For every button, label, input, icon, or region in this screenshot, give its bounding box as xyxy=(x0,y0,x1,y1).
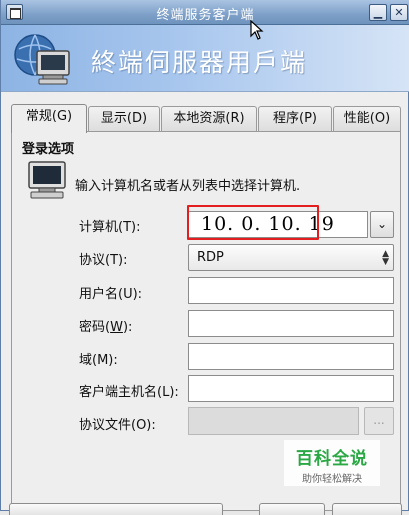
computer-dropdown-button[interactable]: ⌄ xyxy=(370,211,394,238)
tab-general[interactable]: 常规(G) xyxy=(11,104,87,133)
minimize-button[interactable]: ▁ xyxy=(369,4,387,21)
username-label: 用户名(U): xyxy=(79,287,143,302)
computer-icon xyxy=(28,161,66,199)
window-title: 终端服务客户端 xyxy=(156,8,255,23)
watermark-sub: 助你轻松解决 xyxy=(302,474,362,485)
watermark-main: 百科全说 xyxy=(296,449,368,469)
header-banner: 終端伺服器用戶端 xyxy=(1,25,409,92)
login-options-heading: 登录选项 xyxy=(22,142,75,157)
password-label-suffix: ): xyxy=(122,320,133,335)
password-input[interactable] xyxy=(188,310,394,337)
username-input[interactable] xyxy=(188,277,394,304)
domain-label: 域(M): xyxy=(79,353,118,368)
bottom-button-middle[interactable] xyxy=(259,503,325,515)
protocol-file-label: 协议文件(O): xyxy=(79,418,156,433)
client-host-input[interactable] xyxy=(188,375,394,402)
password-label-prefix: 密码( xyxy=(79,320,111,335)
bottom-button-left[interactable] xyxy=(9,503,223,515)
tab-strip: 常规(G) 显示(D) 本地资源(R) 程序(P) 性能(O) xyxy=(11,104,401,133)
client-host-label: 客户端主机名(L): xyxy=(79,385,179,400)
mouse-cursor-icon xyxy=(250,20,264,40)
password-label-key: W xyxy=(110,320,123,335)
title-bar[interactable]: 终端服务客户端 ▁ ✕ xyxy=(1,0,409,25)
protocol-label: 协议(T): xyxy=(79,253,128,268)
watermark-logo: 百科全说 助你轻松解决 xyxy=(284,440,380,486)
bottom-button-right[interactable] xyxy=(332,503,402,515)
tab-performance[interactable]: 性能(O) xyxy=(333,106,401,132)
highlight-box xyxy=(187,205,319,240)
banner-title: 終端伺服器用戶端 xyxy=(91,48,308,77)
protocol-file-input xyxy=(188,407,359,435)
tab-display[interactable]: 显示(D) xyxy=(88,106,160,132)
terminal-client-window: 终端服务客户端 ▁ ✕ 終端伺服器用戶端 常规(G) 显示(D) 本地资源(R)… xyxy=(0,0,409,515)
computer-label: 计算机(T): xyxy=(79,220,141,235)
tab-programs[interactable]: 程序(P) xyxy=(258,106,332,132)
protocol-value: RDP xyxy=(197,250,224,265)
chevron-down-icon: ⌄ xyxy=(376,217,388,231)
protocol-select[interactable]: RDP ▲ ▼ xyxy=(188,244,394,271)
instruction-text: 输入计算机名或者从列表中选择计算机. xyxy=(75,179,301,194)
password-label: 密码(W): xyxy=(79,316,132,335)
computer-globe-icon xyxy=(14,34,70,85)
domain-input[interactable] xyxy=(188,343,394,370)
tab-local-resources[interactable]: 本地资源(R) xyxy=(161,106,257,132)
updown-arrows-icon: ▲ ▼ xyxy=(382,249,389,267)
close-button[interactable]: ✕ xyxy=(390,4,408,21)
browse-button: ... xyxy=(364,407,394,435)
